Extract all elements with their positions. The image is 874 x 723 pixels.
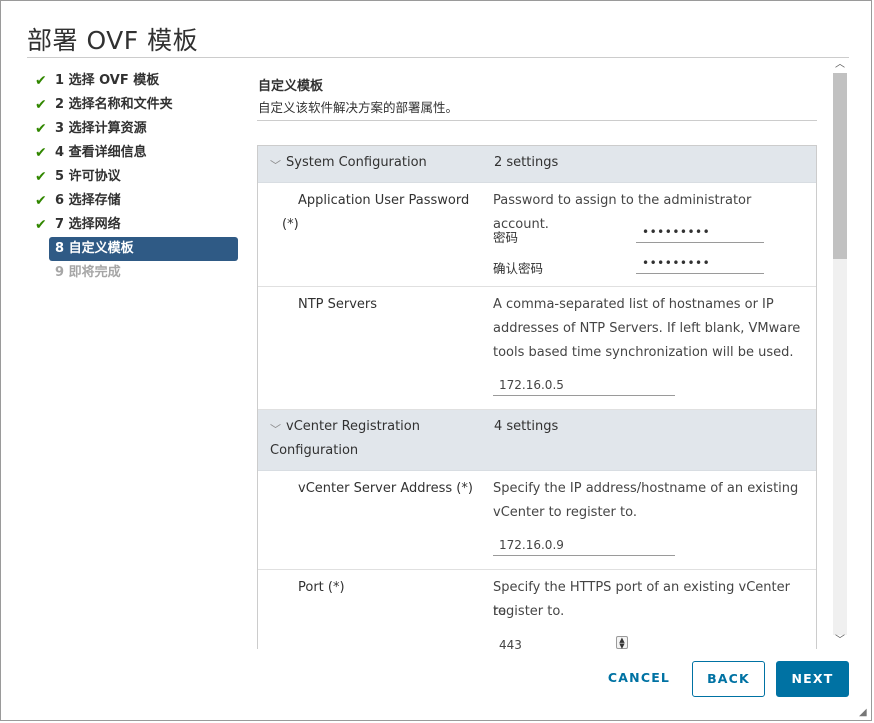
step-select-storage[interactable]: ✔ 6 选择存储 [31, 189, 241, 213]
step-label: 4 查看详细信息 [55, 145, 147, 160]
checkmark-icon: ✔ [35, 121, 47, 137]
checkmark-icon: ✔ [35, 217, 47, 233]
section-divider [257, 120, 817, 121]
group-count: 2 settings [494, 155, 559, 170]
step-select-name-folder[interactable]: ✔ 2 选择名称和文件夹 [31, 93, 241, 117]
group-name-continued: Configuration [270, 443, 359, 458]
property-label: vCenter Server Address (*) [298, 481, 473, 496]
step-label: 6 选择存储 [55, 193, 121, 208]
property-label: NTP Servers [298, 297, 378, 312]
checkmark-icon: ✔ [35, 145, 47, 161]
property-label: Application User Password [298, 193, 470, 208]
confirm-password-input[interactable]: ••••••••• [636, 252, 764, 274]
back-button[interactable]: BACK [692, 661, 765, 697]
property-description-line: tools based time synchronization will be… [493, 345, 794, 360]
cancel-button[interactable]: CANCEL [601, 661, 677, 697]
group-vcenter-registration[interactable]: ﹀ vCenter Registration Configuration 4 s… [258, 410, 816, 471]
step-label: 5 许可协议 [55, 169, 121, 184]
step-customize-template[interactable]: 8 自定义模板 [49, 237, 238, 261]
next-button[interactable]: NEXT [776, 661, 849, 697]
step-label: 7 选择网络 [55, 217, 121, 232]
group-name: vCenter Registration [286, 419, 420, 434]
scroll-thumb[interactable] [833, 73, 847, 259]
property-description-line: Specify the IP address/hostname of an ex… [493, 481, 799, 496]
group-name: System Configuration [286, 155, 427, 170]
checkmark-icon: ✔ [35, 73, 47, 89]
deploy-ovf-dialog: 部署 OVF 模板 ✔ 1 选择 OVF 模板 ✔ 2 选择名称和文件夹 ✔ 3… [0, 0, 872, 721]
password-label: 密码 [493, 230, 519, 245]
property-label: Port (*) [298, 580, 345, 595]
section-subtitle: 自定义该软件解决方案的部署属性。 [258, 100, 459, 115]
step-select-compute[interactable]: ✔ 3 选择计算资源 [31, 117, 241, 141]
chevron-down-icon[interactable]: ﹀ [270, 421, 281, 437]
group-system-configuration[interactable]: ﹀ System Configuration 2 settings [258, 146, 816, 183]
row-port: Port (*) Specify the HTTPS port of an ex… [258, 570, 816, 649]
step-label: 8 自定义模板 [55, 241, 134, 256]
chevron-down-icon[interactable]: ﹀ [270, 157, 281, 173]
port-input[interactable]: 443 [493, 633, 633, 649]
row-application-user-password: Application User Password (*) Password t… [258, 183, 816, 287]
step-label: 9 即将完成 [55, 265, 121, 280]
vcenter-address-input[interactable]: 172.16.0.9 [493, 532, 675, 556]
section-title: 自定义模板 [258, 79, 324, 94]
step-review-details[interactable]: ✔ 4 查看详细信息 [31, 141, 241, 165]
checkmark-icon: ✔ [35, 193, 47, 209]
step-ready-to-complete: 9 即将完成 [31, 261, 241, 285]
step-select-ovf[interactable]: ✔ 1 选择 OVF 模板 [31, 69, 241, 93]
resize-grip-icon[interactable]: ◢ [859, 707, 867, 718]
scroll-up-icon[interactable]: ︿ [834, 59, 846, 71]
title-divider [27, 57, 849, 58]
password-input[interactable]: ••••••••• [636, 221, 764, 243]
step-label: 3 选择计算资源 [55, 121, 147, 136]
content-scrollbar[interactable]: ︿ ﹀ [831, 59, 849, 649]
property-description-line: register to. [493, 604, 565, 619]
confirm-password-label: 确认密码 [493, 261, 544, 276]
port-field: 443 ▲ ▼ [258, 633, 816, 649]
checkmark-icon: ✔ [35, 169, 47, 185]
checkmark-icon: ✔ [35, 97, 47, 113]
property-description-line: addresses of NTP Servers. If left blank,… [493, 321, 801, 336]
step-label: 1 选择 OVF 模板 [55, 73, 160, 88]
group-count: 4 settings [494, 419, 559, 434]
row-ntp-servers: NTP Servers A comma-separated list of ho… [258, 287, 816, 410]
step-label: 2 选择名称和文件夹 [55, 97, 173, 112]
step-license[interactable]: ✔ 5 许可协议 [31, 165, 241, 189]
properties-table: ﹀ System Configuration 2 settings Applic… [257, 145, 817, 649]
step-select-network[interactable]: ✔ 7 选择网络 [31, 213, 241, 237]
property-description-line: A comma-separated list of hostnames or I… [493, 297, 774, 312]
ntp-servers-input[interactable]: 172.16.0.5 [493, 372, 675, 396]
dialog-title: 部署 OVF 模板 [27, 26, 199, 55]
property-description-line: vCenter to register to. [493, 505, 637, 520]
required-marker: (*) [282, 217, 299, 232]
port-stepper-icon[interactable]: ▲ ▼ [616, 636, 628, 649]
wizard-steps: ✔ 1 选择 OVF 模板 ✔ 2 选择名称和文件夹 ✔ 3 选择计算资源 ✔ … [31, 69, 241, 285]
row-vcenter-server-address: vCenter Server Address (*) Specify the I… [258, 471, 816, 570]
scroll-down-icon[interactable]: ﹀ [834, 635, 846, 647]
